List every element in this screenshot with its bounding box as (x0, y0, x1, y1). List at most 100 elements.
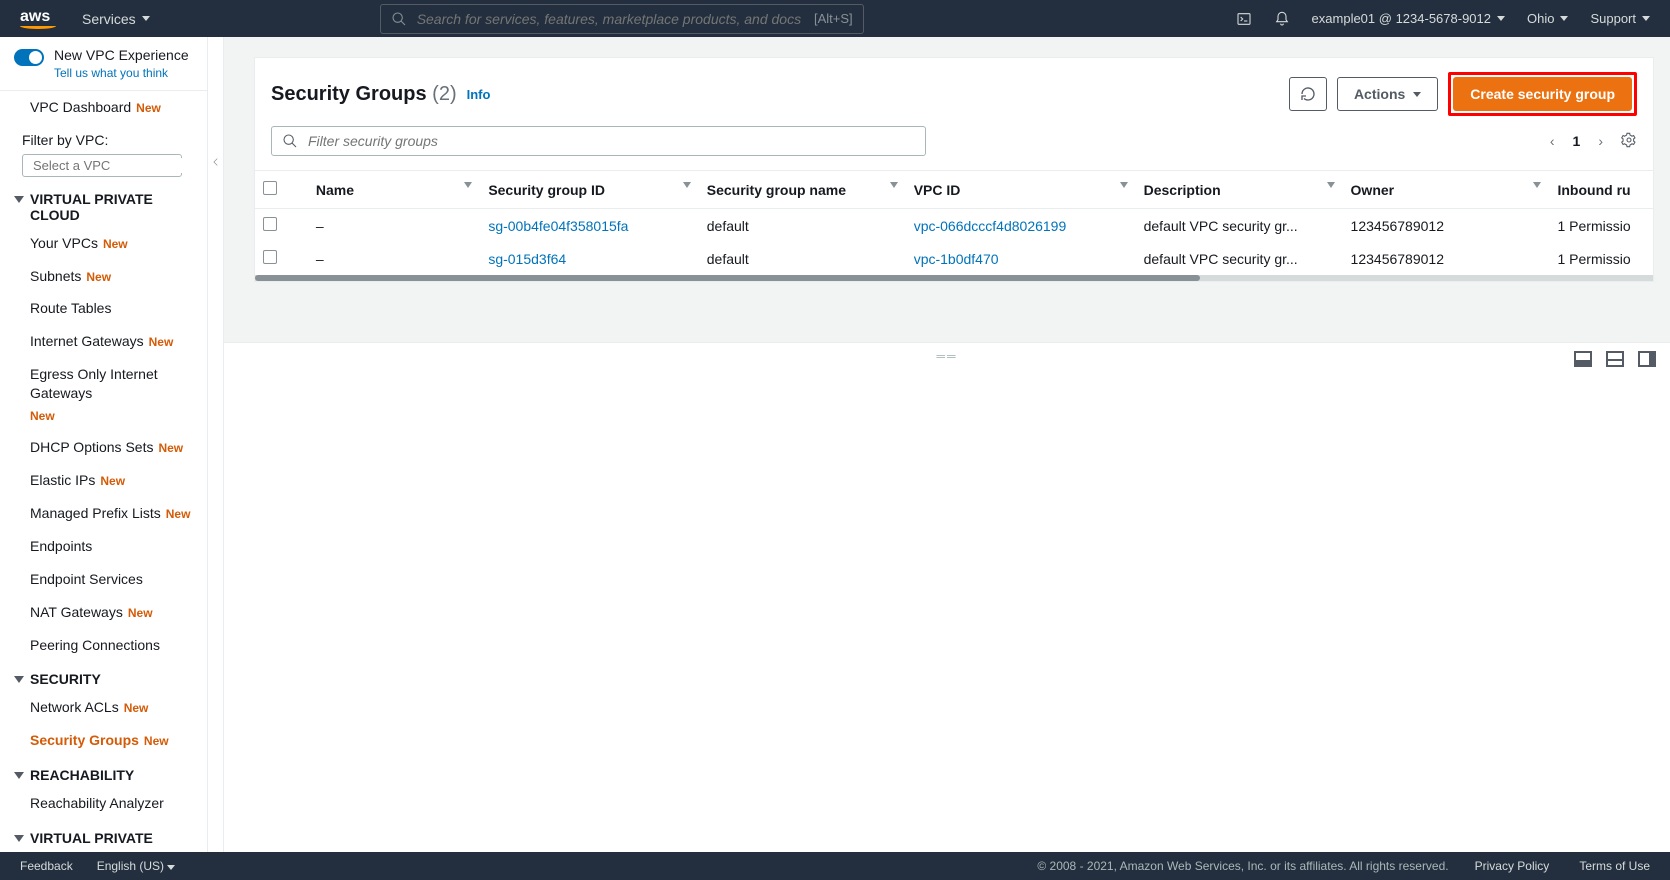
services-menu[interactable]: Services (82, 11, 150, 27)
sidebar-section-security[interactable]: SECURITY (0, 661, 207, 691)
table-settings-button[interactable] (1621, 132, 1637, 151)
cell-owner: 123456789012 (1343, 242, 1550, 275)
row-checkbox[interactable] (263, 217, 277, 231)
new-experience-feedback-link[interactable]: Tell us what you think (54, 66, 189, 80)
col-name[interactable]: Name (308, 171, 480, 209)
caret-down-icon (14, 196, 24, 203)
terms-of-use-link[interactable]: Terms of Use (1579, 859, 1650, 873)
new-badge: New (136, 100, 161, 116)
new-vpc-experience-toggle-row: New VPC Experience Tell us what you thin… (0, 37, 207, 91)
main-content: Security Groups (2) Info Actions Create … (224, 37, 1670, 852)
new-experience-label: New VPC Experience (54, 47, 189, 64)
horizontal-scrollbar[interactable] (255, 275, 1653, 281)
sidebar-item-prefix-lists[interactable]: Managed Prefix ListsNew (0, 497, 207, 530)
view-split-panel-button[interactable] (1606, 351, 1624, 367)
details-panel: ══ (224, 342, 1670, 852)
sidebar-item-security-groups[interactable]: Security GroupsNew (0, 724, 207, 757)
row-checkbox[interactable] (263, 250, 277, 264)
col-description[interactable]: Description (1136, 171, 1343, 209)
highlight-annotation: Create security group (1448, 72, 1637, 116)
view-bottom-panel-button[interactable] (1574, 351, 1592, 367)
language-selector[interactable]: English (US) (97, 859, 176, 873)
table-row[interactable]: – sg-015d3f64 default vpc-1b0df470 defau… (255, 242, 1653, 275)
sidebar-item-subnets[interactable]: SubnetsNew (0, 260, 207, 293)
column-menu-icon[interactable] (1533, 182, 1541, 188)
filter-by-vpc-input[interactable] (22, 154, 182, 177)
notifications-icon[interactable] (1274, 11, 1290, 27)
page-number: 1 (1573, 133, 1581, 149)
new-experience-toggle[interactable] (14, 49, 44, 66)
sidebar-item-network-acls[interactable]: Network ACLsNew (0, 691, 207, 724)
actions-button[interactable]: Actions (1337, 77, 1438, 111)
privacy-policy-link[interactable]: Privacy Policy (1475, 859, 1550, 873)
column-menu-icon[interactable] (1327, 182, 1335, 188)
filter-by-vpc-label: Filter by VPC: (22, 132, 193, 148)
cell-name: – (308, 242, 480, 275)
view-right-panel-button[interactable] (1638, 351, 1656, 367)
aws-logo[interactable]: aws (20, 9, 56, 29)
global-search-input[interactable] (417, 11, 804, 27)
sidebar-section-vpn[interactable]: VIRTUAL PRIVATE (0, 820, 207, 850)
support-menu[interactable]: Support (1590, 11, 1650, 26)
global-search[interactable]: [Alt+S] (380, 4, 864, 34)
filter-security-groups-input[interactable] (271, 126, 926, 156)
sidebar-item-endpoints[interactable]: Endpoints (0, 530, 207, 563)
cell-description: default VPC security gr... (1136, 242, 1343, 275)
sidebar: New VPC Experience Tell us what you thin… (0, 37, 208, 852)
caret-down-icon (14, 772, 24, 779)
cell-description: default VPC security gr... (1136, 209, 1343, 243)
sidebar-item-peering[interactable]: Peering Connections (0, 629, 207, 662)
region-menu[interactable]: Ohio (1527, 11, 1568, 26)
column-menu-icon[interactable] (683, 182, 691, 188)
caret-down-icon (1560, 16, 1568, 21)
col-vpc-id[interactable]: VPC ID (906, 171, 1136, 209)
splitter-handle[interactable]: ══ (936, 349, 957, 363)
create-security-group-button[interactable]: Create security group (1453, 77, 1632, 111)
caret-down-icon (14, 676, 24, 683)
caret-down-icon (1413, 92, 1421, 97)
col-owner[interactable]: Owner (1343, 171, 1550, 209)
cloudshell-icon[interactable] (1236, 11, 1252, 27)
vpc-id-link[interactable]: vpc-1b0df470 (914, 251, 999, 267)
info-link[interactable]: Info (467, 87, 491, 102)
sidebar-item-dhcp[interactable]: DHCP Options SetsNew (0, 431, 207, 464)
sidebar-item-egress-gateways[interactable]: Egress Only Internet GatewaysNew (0, 358, 207, 431)
sidebar-item-elastic-ips[interactable]: Elastic IPsNew (0, 464, 207, 497)
sg-id-link[interactable]: sg-00b4fe04f358015fa (488, 218, 628, 234)
sidebar-section-reachability[interactable]: REACHABILITY (0, 757, 207, 787)
sidebar-item-internet-gateways[interactable]: Internet GatewaysNew (0, 325, 207, 358)
feedback-link[interactable]: Feedback (20, 859, 73, 873)
account-menu[interactable]: example01 @ 1234-5678-9012 (1312, 11, 1505, 26)
vpc-id-link[interactable]: vpc-066dcccf4d8026199 (914, 218, 1067, 234)
security-groups-table: Name Security group ID Security group na… (255, 170, 1653, 275)
table-row[interactable]: – sg-00b4fe04f358015fa default vpc-066dc… (255, 209, 1653, 243)
sidebar-item-endpoint-services[interactable]: Endpoint Services (0, 563, 207, 596)
column-menu-icon[interactable] (1120, 182, 1128, 188)
prev-page-button[interactable]: ‹ (1550, 133, 1555, 149)
col-inbound[interactable]: Inbound ru (1549, 171, 1653, 209)
sidebar-section-vpc[interactable]: VIRTUAL PRIVATE CLOUD (0, 181, 207, 227)
caret-down-icon (1642, 16, 1650, 21)
sidebar-item-nat-gateways[interactable]: NAT GatewaysNew (0, 596, 207, 629)
security-groups-panel: Security Groups (2) Info Actions Create … (254, 57, 1654, 282)
gear-icon (1621, 132, 1637, 148)
column-menu-icon[interactable] (464, 182, 472, 188)
sg-id-link[interactable]: sg-015d3f64 (488, 251, 566, 267)
checkbox-icon[interactable] (263, 181, 277, 195)
next-page-button[interactable]: › (1598, 133, 1603, 149)
footer: Feedback English (US) © 2008 - 2021, Ama… (0, 852, 1670, 880)
col-sg-name[interactable]: Security group name (699, 171, 906, 209)
cell-inbound: 1 Permissio (1549, 209, 1653, 243)
select-all-header[interactable] (255, 171, 308, 209)
col-sg-id[interactable]: Security group ID (480, 171, 698, 209)
sidebar-collapse-handle[interactable] (208, 37, 224, 852)
cell-sg-name: default (699, 209, 906, 243)
table-header-row: Name Security group ID Security group na… (255, 171, 1653, 209)
sidebar-item-your-vpcs[interactable]: Your VPCsNew (0, 227, 207, 260)
refresh-button[interactable] (1289, 77, 1327, 111)
column-menu-icon[interactable] (890, 182, 898, 188)
sidebar-item-dashboard[interactable]: VPC Dashboard New (0, 91, 207, 124)
sidebar-item-reachability-analyzer[interactable]: Reachability Analyzer (0, 787, 207, 820)
sidebar-item-route-tables[interactable]: Route Tables (0, 292, 207, 325)
cell-sg-name: default (699, 242, 906, 275)
